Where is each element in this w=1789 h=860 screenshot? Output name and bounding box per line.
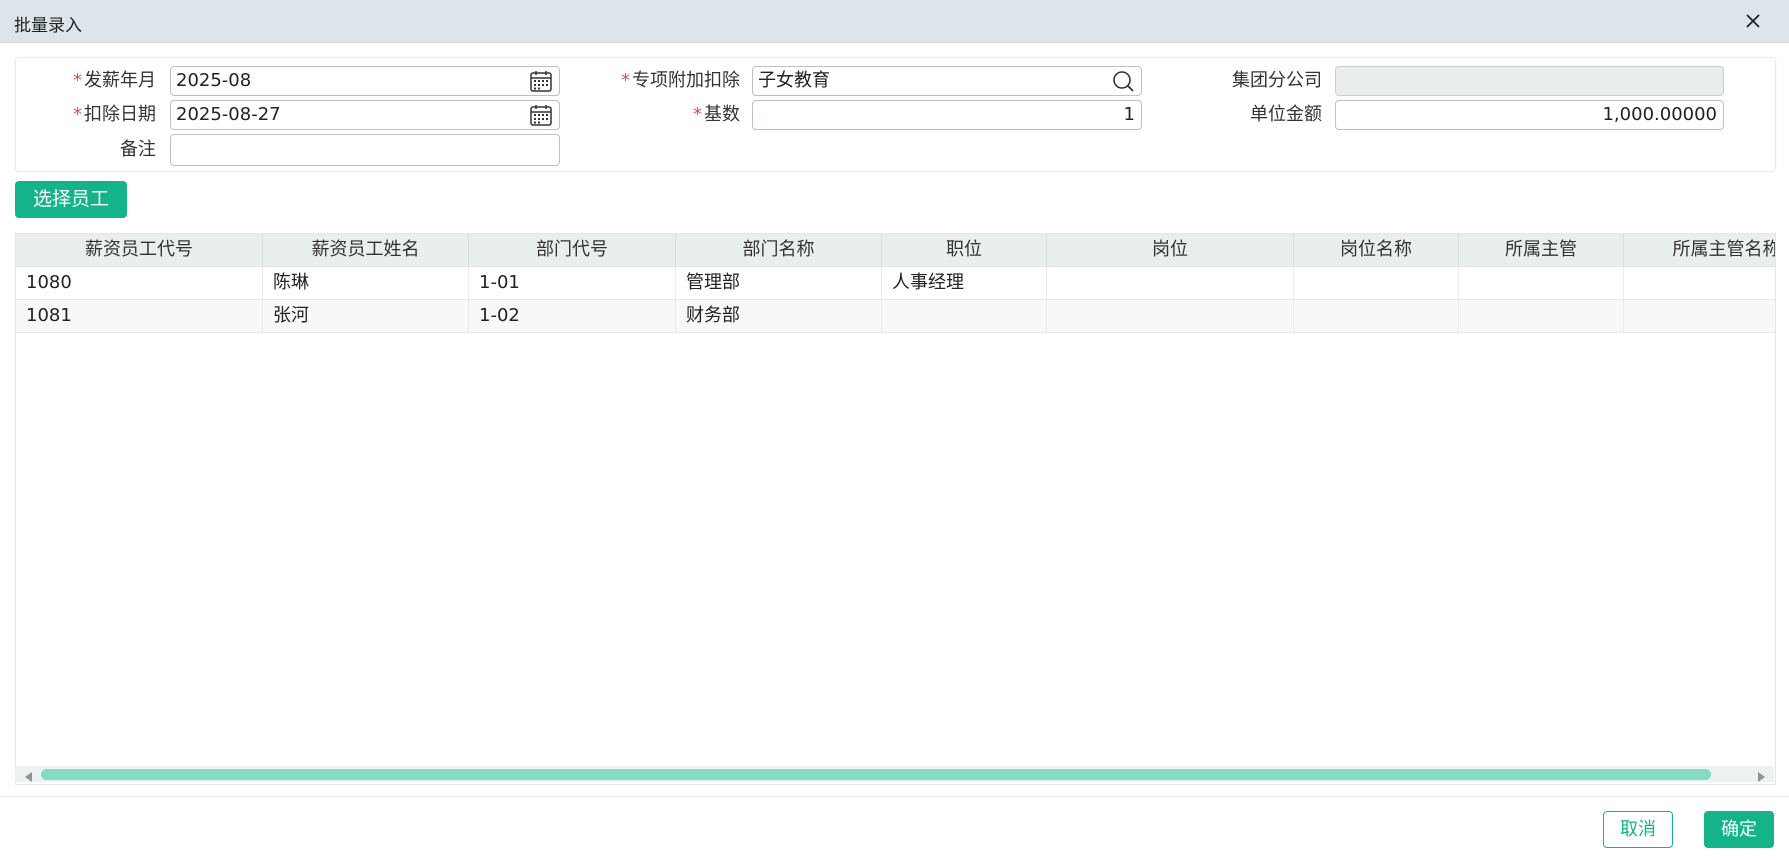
table-cell: 1081 — [16, 300, 263, 332]
remark-label: 备注 — [120, 139, 156, 160]
column-header[interactable]: 部门代号 — [469, 234, 676, 266]
table-cell: 管理部 — [676, 267, 882, 299]
column-header[interactable]: 职位 — [882, 234, 1047, 266]
horizontal-scrollbar[interactable] — [15, 766, 1774, 782]
group-branch-label: 集团分公司 — [1232, 70, 1322, 91]
unit-amount-field[interactable]: 1,000.00000 — [1335, 100, 1724, 130]
table-cell — [1459, 267, 1624, 299]
required-mark: * — [621, 70, 630, 91]
required-mark: * — [693, 104, 702, 125]
base-count-field[interactable]: 1 — [752, 100, 1142, 130]
table-cell — [1047, 267, 1294, 299]
column-header[interactable]: 岗位 — [1047, 234, 1294, 266]
employee-table: 薪资员工代号 薪资员工姓名 部门代号 部门名称 职位 岗位 岗位名称 所属主管 … — [15, 233, 1776, 785]
cancel-button[interactable]: 取消 — [1603, 811, 1673, 848]
pay-month-field[interactable]: 2025-08 — [170, 66, 560, 96]
special-deduction-field[interactable]: 子女教育 — [752, 66, 1142, 96]
column-header[interactable]: 部门名称 — [676, 234, 882, 266]
table-cell — [1459, 300, 1624, 332]
base-count-label: * 基数 — [693, 104, 740, 125]
table-cell: 陈琳 — [263, 267, 469, 299]
table-cell — [1624, 300, 1775, 332]
deduct-date-field[interactable]: 2025-08-27 — [170, 100, 560, 130]
deduct-date-label: * 扣除日期 — [73, 104, 156, 125]
table-cell — [1294, 300, 1459, 332]
pay-month-label: * 发薪年月 — [73, 70, 156, 91]
scroll-thumb[interactable] — [41, 769, 1711, 780]
table-cell — [1294, 267, 1459, 299]
remark-field[interactable] — [170, 134, 560, 166]
required-mark: * — [73, 70, 82, 91]
table-cell: 财务部 — [676, 300, 882, 332]
table-cell: 人事经理 — [882, 267, 1047, 299]
column-header[interactable]: 薪资员工代号 — [16, 234, 263, 266]
select-employee-button[interactable]: 选择员工 — [15, 181, 127, 218]
table-row[interactable]: 1080 陈琳 1-01 管理部 人事经理 — [16, 267, 1775, 300]
dialog-titlebar: 批量录入 — [0, 0, 1789, 43]
arrow-left-icon[interactable] — [23, 768, 35, 782]
column-header[interactable]: 所属主管 — [1459, 234, 1624, 266]
footer-divider — [0, 796, 1789, 797]
search-icon[interactable] — [1111, 69, 1135, 93]
required-mark: * — [73, 104, 82, 125]
close-icon — [1746, 14, 1760, 28]
column-header[interactable]: 薪资员工姓名 — [263, 234, 469, 266]
column-header[interactable]: 岗位名称 — [1294, 234, 1459, 266]
calendar-icon[interactable] — [529, 103, 553, 127]
table-cell — [1047, 300, 1294, 332]
confirm-button[interactable]: 确定 — [1704, 811, 1774, 848]
table-cell: 张河 — [263, 300, 469, 332]
close-button[interactable] — [1740, 8, 1766, 34]
group-branch-field — [1335, 66, 1724, 96]
arrow-right-icon[interactable] — [1755, 768, 1767, 782]
column-header[interactable]: 所属主管名称 — [1624, 234, 1776, 266]
special-deduction-label: * 专项附加扣除 — [621, 70, 740, 91]
calendar-icon[interactable] — [529, 69, 553, 93]
table-cell: 1-01 — [469, 267, 676, 299]
table-cell — [1624, 267, 1775, 299]
unit-amount-label: 单位金额 — [1250, 104, 1322, 125]
dialog-title: 批量录入 — [14, 16, 82, 36]
table-cell — [882, 300, 1047, 332]
table-row[interactable]: 1081 张河 1-02 财务部 — [16, 300, 1775, 333]
table-header: 薪资员工代号 薪资员工姓名 部门代号 部门名称 职位 岗位 岗位名称 所属主管 … — [16, 234, 1776, 267]
table-cell: 1-02 — [469, 300, 676, 332]
table-cell: 1080 — [16, 267, 263, 299]
